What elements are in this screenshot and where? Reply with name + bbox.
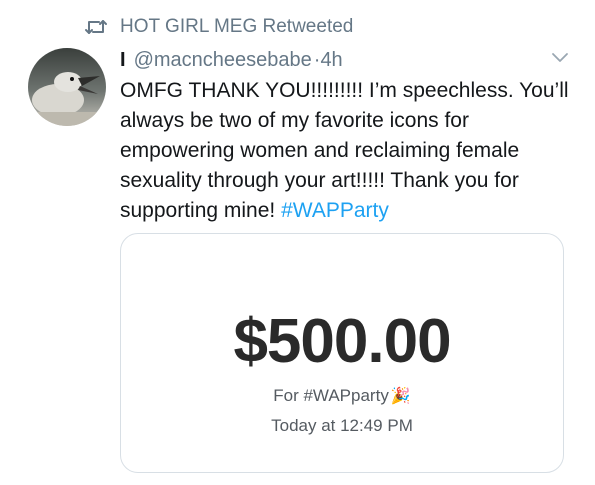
tweet-header: I @macncheesebabe · 4h <box>120 46 343 74</box>
tweet-page: HOT GIRL MEG Retweeted I @macncheesebabe… <box>0 0 595 485</box>
tweet-text: OMFG THANK YOU!!!!!!!!! I’m speechless. … <box>120 76 585 226</box>
tweet-menu-button[interactable] <box>550 50 570 69</box>
payment-timestamp: Today at 12:49 PM <box>271 416 413 435</box>
bird-avatar <box>28 48 106 126</box>
avatar[interactable] <box>28 48 106 126</box>
retweet-label: HOT GIRL MEG Retweeted <box>120 16 354 37</box>
payment-card[interactable]: $500.00 For #WAPparty 🎉 Today at 12:49 PM <box>120 233 564 473</box>
user-handle[interactable]: @macncheesebabe <box>134 49 312 72</box>
separator-dot: · <box>313 48 321 71</box>
display-name[interactable]: I <box>120 49 126 72</box>
party-popper-icon: 🎉 <box>390 388 411 405</box>
retweet-icon <box>85 20 107 34</box>
payment-note-text: For #WAPparty <box>273 386 389 405</box>
payment-note: For #WAPparty 🎉 <box>121 386 563 406</box>
chevron-down-icon <box>552 53 568 62</box>
payment-amount: $500.00 <box>233 307 451 376</box>
hashtag-link[interactable]: #WAPParty <box>281 199 389 222</box>
retweet-context[interactable]: HOT GIRL MEG Retweeted <box>84 14 353 40</box>
tweet-time[interactable]: 4h <box>320 49 342 72</box>
